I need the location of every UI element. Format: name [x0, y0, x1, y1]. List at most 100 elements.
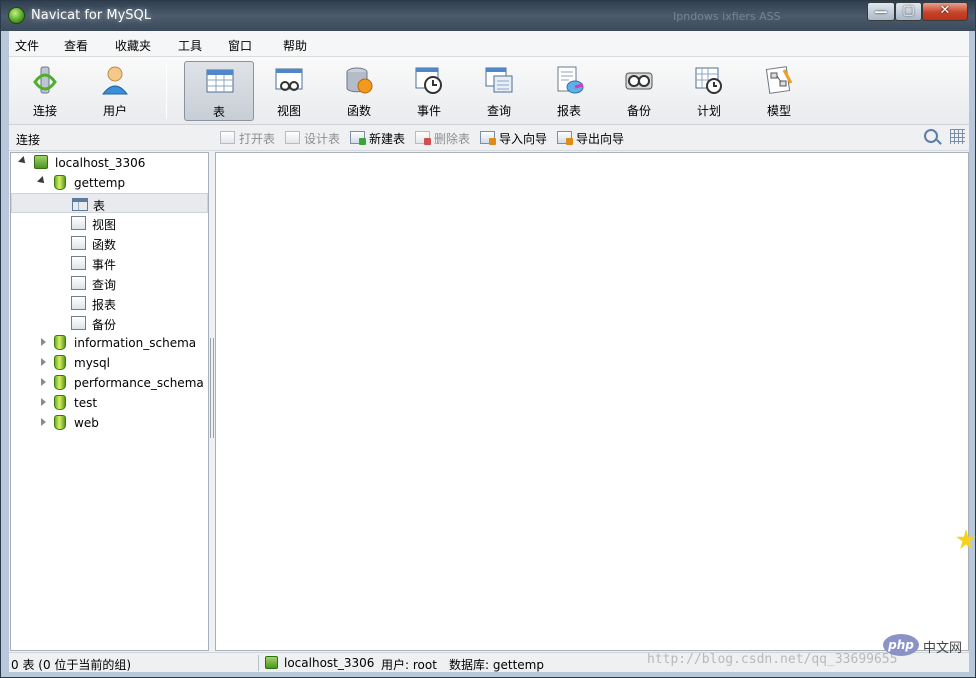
expand-toggle-icon[interactable]: [41, 338, 46, 346]
database-name: gettemp: [74, 176, 126, 190]
toolbar-connection-button[interactable]: 连接: [10, 61, 80, 121]
connection-pane-header: 连接: [16, 133, 41, 147]
tree-item-label: 表: [93, 199, 106, 213]
tree-item-tables[interactable]: 表: [11, 193, 208, 213]
toolbar-view-label: 视图: [276, 104, 301, 118]
tree-db-information-schema[interactable]: information_schema: [11, 333, 208, 353]
window-title: Navicat for MySQL: [31, 8, 151, 23]
backup-icon: [625, 72, 653, 90]
blog-watermark: http://blog.csdn.net/qq_33699655: [647, 652, 898, 667]
status-separator: [258, 655, 259, 671]
backup-icon: [71, 316, 86, 330]
query-icon: [71, 276, 86, 290]
status-object-count: 0 表 (0 位于当前的组): [11, 658, 132, 672]
object-list-pane[interactable]: [215, 152, 969, 651]
toolbar-event-button[interactable]: 事件: [394, 61, 464, 121]
toolbar-backup-button[interactable]: 备份: [604, 61, 674, 121]
status-database: 数据库: gettemp: [449, 658, 544, 672]
menu-file[interactable]: 文件: [15, 37, 39, 54]
menu-tools[interactable]: 工具: [178, 37, 202, 54]
server-icon: [265, 656, 278, 669]
database-icon: [54, 375, 66, 390]
toolbar-table-label: 表: [212, 105, 225, 119]
view-icon: [71, 216, 86, 230]
menu-favorites[interactable]: 收藏夹: [115, 37, 151, 54]
toolbar-connection-label: 连接: [32, 104, 57, 118]
menu-window[interactable]: 窗口: [228, 37, 252, 54]
toolbar-schedule-button[interactable]: 计划: [674, 61, 744, 121]
toolbar-function-button[interactable]: 函数: [324, 61, 394, 121]
grid-view-icon[interactable]: [950, 129, 965, 144]
expand-toggle-icon[interactable]: [41, 398, 46, 406]
event-icon: [71, 256, 86, 270]
splitter-grip[interactable]: [210, 338, 214, 438]
new-table-button[interactable]: 新建表: [350, 130, 405, 146]
toolbar-model-button[interactable]: 模型: [744, 61, 814, 121]
database-icon: [54, 415, 66, 430]
toolbar-table-button[interactable]: 表: [184, 61, 254, 121]
tree-item-functions[interactable]: 函数: [11, 233, 208, 253]
php-site-name: 中文网: [923, 641, 963, 656]
title-bar[interactable]: Navicat for MySQL Ipndows ixfiers ASS — …: [1, 1, 975, 31]
toolbar-schedule-label: 计划: [696, 104, 721, 118]
tree-item-queries[interactable]: 查询: [11, 273, 208, 293]
toolbar-report-button[interactable]: 报表: [534, 61, 604, 121]
new-table-icon: [350, 131, 366, 145]
tree-db-web[interactable]: web: [11, 413, 208, 433]
status-user: 用户: root: [381, 658, 437, 672]
toolbar-event-label: 事件: [416, 104, 441, 118]
minimize-button[interactable]: —: [867, 2, 895, 21]
database-name: test: [74, 396, 98, 410]
expand-toggle-icon[interactable]: [41, 418, 46, 426]
design-table-button[interactable]: 设计表: [285, 130, 340, 146]
tree-item-reports[interactable]: 报表: [11, 293, 208, 313]
database-name: mysql: [74, 356, 110, 370]
toolbar-view-button[interactable]: 视图: [254, 61, 324, 121]
design-table-icon: [285, 131, 300, 144]
database-name: information_schema: [74, 336, 197, 350]
menu-view[interactable]: 查看: [64, 37, 88, 54]
tree-db-test[interactable]: test: [11, 393, 208, 413]
expand-toggle-icon[interactable]: [37, 176, 47, 186]
toolbar-query-button[interactable]: 查询: [464, 61, 534, 121]
minimize-icon: —: [874, 5, 888, 20]
export-wizard-label: 导出向导: [576, 132, 625, 146]
function-icon: [346, 67, 373, 94]
open-table-button[interactable]: 打开表: [220, 130, 275, 146]
tree-item-backups[interactable]: 备份: [11, 313, 208, 333]
maximize-button[interactable]: ▢: [895, 2, 922, 21]
status-server: localhost_3306: [284, 656, 375, 670]
connection-icon: [33, 66, 57, 94]
maximize-icon: ▢: [902, 3, 915, 18]
tree-db-mysql[interactable]: mysql: [11, 353, 208, 373]
import-wizard-button[interactable]: 导入向导: [480, 130, 547, 146]
query-icon: [485, 67, 513, 93]
toolbar-report-label: 报表: [556, 104, 581, 118]
app-window: Navicat for MySQL Ipndows ixfiers ASS — …: [0, 0, 976, 678]
search-icon[interactable]: [924, 129, 938, 143]
open-table-icon: [220, 131, 235, 144]
schedule-icon: [695, 67, 722, 94]
menu-help[interactable]: 帮助: [283, 37, 307, 54]
expand-toggle-icon[interactable]: [41, 378, 46, 386]
database-icon: [54, 175, 66, 190]
close-button[interactable]: ✕: [922, 2, 968, 21]
view-icon: [275, 68, 303, 91]
export-wizard-icon: [557, 131, 573, 145]
delete-table-button[interactable]: 删除表: [415, 130, 470, 146]
expand-toggle-icon[interactable]: [18, 156, 28, 166]
tree-item-views[interactable]: 视图: [11, 213, 208, 233]
toolbar-separator: [166, 63, 167, 119]
export-wizard-button[interactable]: 导出向导: [557, 130, 624, 146]
expand-toggle-icon[interactable]: [41, 358, 46, 366]
object-toolbar: 连接 打开表 设计表 新建表 删除表 导入向导 导出向导: [9, 125, 969, 151]
table-icon: [206, 69, 234, 93]
tree-db-gettemp[interactable]: gettemp: [11, 173, 208, 193]
toolbar-user-button[interactable]: 用户: [80, 61, 150, 121]
import-wizard-icon: [480, 131, 496, 145]
tree-connection-localhost[interactable]: localhost_3306: [11, 153, 208, 173]
tree-db-performance-schema[interactable]: performance_schema: [11, 373, 208, 393]
tree-item-label: 视图: [92, 218, 117, 232]
tree-item-events[interactable]: 事件: [11, 253, 208, 273]
new-table-label: 新建表: [369, 132, 406, 146]
